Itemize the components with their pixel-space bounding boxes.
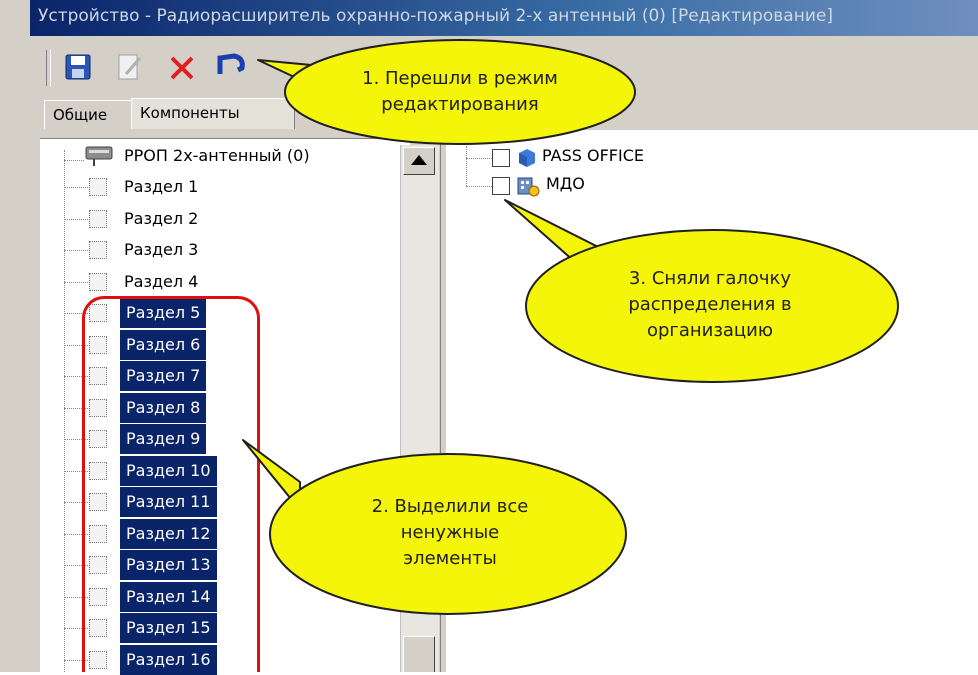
callout-3-text: 3. Сняли галочку распределения в организ… [560, 266, 860, 344]
callout-3-line3: организацию [646, 320, 774, 341]
callout-1-line2: редактирования [381, 94, 539, 115]
callout-2-line3: элементы [403, 548, 497, 569]
callout-2-text: 2. Выделили все ненужные элементы [300, 494, 600, 572]
callout-1-line1: 1. Перешли в режим [362, 68, 558, 89]
callout-2-line2: ненужные [400, 522, 500, 543]
callout-1-text: 1. Перешли в режим редактирования [310, 66, 610, 118]
callout-3-line2: распределения в [628, 294, 792, 315]
callout-3-line1: 3. Сняли галочку [628, 268, 792, 289]
callout-2-line1: 2. Выделили все [371, 496, 529, 517]
